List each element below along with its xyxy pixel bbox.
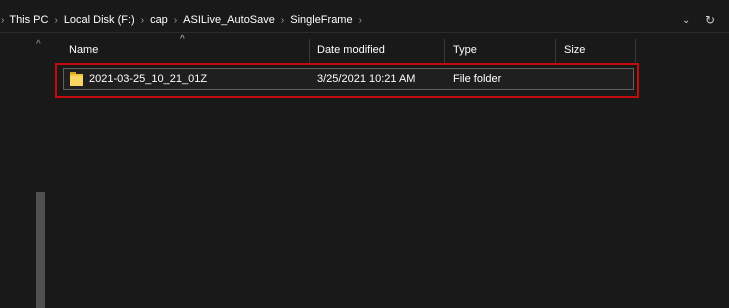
breadcrumb-item-singleframe[interactable]: SingleFrame xyxy=(290,14,352,26)
file-name[interactable]: 2021-03-25_10_21_01Z xyxy=(89,73,207,85)
sort-ascending-icon: ^ xyxy=(180,34,185,45)
file-type: File folder xyxy=(453,73,502,85)
list-item[interactable]: 2021-03-25_10_21_01Z 3/25/2021 10:21 AM … xyxy=(63,68,634,90)
column-divider[interactable] xyxy=(635,39,636,63)
breadcrumb-item-local-disk[interactable]: Local Disk (F:) xyxy=(64,14,135,26)
breadcrumb-separator-icon: › xyxy=(1,14,5,26)
column-divider[interactable] xyxy=(309,39,310,63)
folder-icon xyxy=(70,72,83,86)
column-header-name[interactable]: Name xyxy=(69,44,98,56)
breadcrumb-item-this-pc[interactable]: This PC xyxy=(9,14,48,26)
column-header-type[interactable]: Type xyxy=(453,44,477,56)
scrollbar-thumb[interactable] xyxy=(36,192,45,308)
breadcrumb-separator-icon[interactable]: › xyxy=(174,15,177,26)
breadcrumb: › This PC › Local Disk (F:) › cap › ASIL… xyxy=(0,8,368,32)
column-header-date-modified[interactable]: Date modified xyxy=(317,44,385,56)
address-bar[interactable]: › This PC › Local Disk (F:) › cap › ASIL… xyxy=(0,8,729,33)
chevron-down-icon[interactable]: ⌄ xyxy=(682,8,690,32)
file-date-modified: 3/25/2021 10:21 AM xyxy=(317,73,416,85)
breadcrumb-separator-icon[interactable]: › xyxy=(359,15,362,26)
breadcrumb-item-asilive-autosave[interactable]: ASILive_AutoSave xyxy=(183,14,275,26)
navigation-pane-scrollbar[interactable]: ^ xyxy=(30,33,52,308)
column-header: ^ Name Date modified Type Size xyxy=(52,33,729,63)
column-divider[interactable] xyxy=(555,39,556,63)
breadcrumb-separator-icon[interactable]: › xyxy=(281,15,284,26)
scroll-up-arrow-icon[interactable]: ^ xyxy=(36,39,41,50)
breadcrumb-separator-icon[interactable]: › xyxy=(141,15,144,26)
breadcrumb-item-cap[interactable]: cap xyxy=(150,14,168,26)
breadcrumb-separator-icon[interactable]: › xyxy=(54,15,57,26)
refresh-icon[interactable]: ↻ xyxy=(705,8,715,32)
column-header-size[interactable]: Size xyxy=(564,44,585,56)
column-divider[interactable] xyxy=(444,39,445,63)
